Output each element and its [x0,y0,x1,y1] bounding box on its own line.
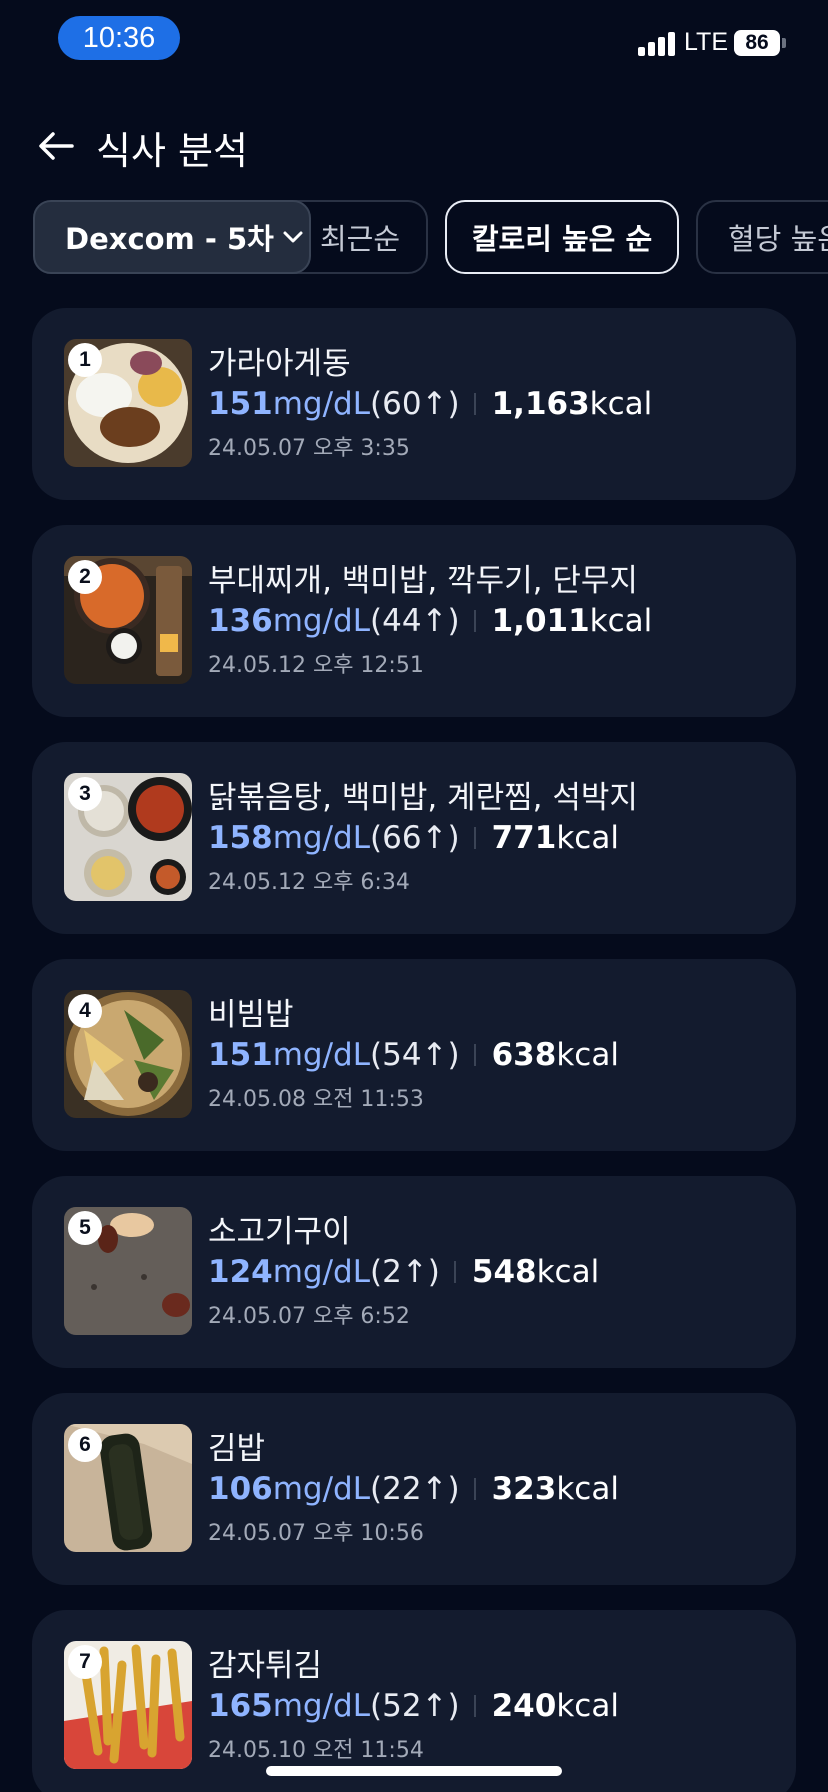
rank-badge: 4 [68,994,102,1028]
glucose-unit: mg/dL [272,1688,370,1724]
status-bar: 10:36 LTE 86 [0,0,828,80]
glucose-unit: mg/dL [272,820,370,856]
meal-metrics: 151 mg/dL (60↑) 1,163 kcal [208,382,652,426]
kcal-unit: kcal [556,1471,619,1507]
meal-datetime: 24.05.12 오후 12:51 [208,653,424,678]
kcal-unit: kcal [556,1037,619,1073]
meal-datetime: 24.05.12 오후 6:34 [208,870,410,895]
meal-metrics: 151 mg/dL (54↑) 638 kcal [208,1033,619,1077]
meal-card[interactable]: 5 소고기구이 124 mg/dL (2↑) 548 kcal 24.05.07… [32,1176,796,1368]
sort-chip-glucose[interactable]: 혈당 높은 순 [696,200,828,274]
device-select-label: Dexcom - 5차 [65,222,274,256]
kcal-unit: kcal [556,820,619,856]
meal-name: 가라아게동 [208,346,351,382]
glucose-value: 124 [208,1254,273,1290]
meal-name: 감자튀김 [208,1648,323,1684]
meal-datetime: 24.05.08 오전 11:53 [208,1087,424,1112]
device-select[interactable]: Dexcom - 5차 [33,200,311,274]
meal-metrics: 106 mg/dL (22↑) 323 kcal [208,1467,619,1511]
glucose-delta: (66↑) [370,820,460,856]
kcal-value: 548 [471,1254,537,1290]
status-time[interactable]: 10:36 [58,16,180,60]
rank-badge: 2 [68,560,102,594]
glucose-value: 165 [208,1688,273,1724]
meal-name: 김밥 [208,1431,266,1467]
glucose-delta: (52↑) [370,1688,460,1724]
kcal-unit: kcal [589,386,653,422]
divider [473,827,476,849]
rank-badge: 1 [68,343,102,377]
meal-name: 부대찌개, 백미밥, 깍두기, 단무지 [208,563,638,599]
glucose-unit: mg/dL [272,603,370,639]
meal-metrics: 165 mg/dL (52↑) 240 kcal [208,1684,619,1728]
kcal-value: 323 [491,1471,557,1507]
rank-badge: 7 [68,1645,102,1679]
kcal-unit: kcal [536,1254,600,1290]
meal-card[interactable]: 1 가라아게동 151 mg/dL (60↑) 1,163 kcal 24.05… [32,308,796,500]
header: 식사 분석 [0,110,828,180]
rank-badge: 6 [68,1428,102,1462]
meal-card[interactable]: 7 감자튀김 165 mg/dL (52↑) 240 kcal 24.05.10… [32,1610,796,1792]
divider [473,1044,476,1066]
glucose-value: 151 [208,386,273,422]
glucose-delta: (22↑) [370,1471,460,1507]
meal-card[interactable]: 2 부대찌개, 백미밥, 깍두기, 단무지 136 mg/dL (44↑) 1,… [32,525,796,717]
glucose-unit: mg/dL [272,1037,370,1073]
sort-chip-label: 최근순 [320,222,401,256]
glucose-value: 136 [208,603,273,639]
page-title: 식사 분석 [96,129,248,173]
sort-chip-label: 혈당 높은 순 [728,222,828,256]
kcal-value: 638 [491,1037,557,1073]
glucose-delta: (54↑) [370,1037,460,1073]
divider [473,393,476,415]
kcal-value: 771 [491,820,557,856]
glucose-value: 151 [208,1037,273,1073]
network-type: LTE [684,28,728,56]
glucose-unit: mg/dL [272,1471,370,1507]
filter-row: 최근순 칼로리 높은 순 혈당 높은 순 Dexcom - 5차 [0,198,828,276]
sort-chip-label: 칼로리 높은 순 [471,222,653,256]
glucose-value: 106 [208,1471,273,1507]
meal-metrics: 158 mg/dL (66↑) 771 kcal [208,816,619,860]
meal-datetime: 24.05.07 오후 6:52 [208,1304,410,1329]
glucose-delta: (44↑) [370,603,460,639]
rank-badge: 5 [68,1211,102,1245]
glucose-unit: mg/dL [272,386,370,422]
meal-name: 닭볶음탕, 백미밥, 계란찜, 석박지 [208,780,638,816]
kcal-value: 1,011 [491,603,590,639]
kcal-value: 1,163 [491,386,590,422]
rank-badge: 3 [68,777,102,811]
divider [473,610,476,632]
meal-analysis-screen: 10:36 LTE 86 식사 분석 최근순 칼로리 높은 순 혈당 높은 순 [0,0,828,1792]
home-indicator[interactable] [266,1766,562,1776]
back-button[interactable] [34,124,78,168]
cellular-signal-icon [638,30,676,56]
kcal-value: 240 [491,1688,557,1724]
arrow-left-icon [39,132,74,160]
meal-metrics: 136 mg/dL (44↑) 1,011 kcal [208,599,652,643]
divider [453,1261,456,1283]
chevron-down-icon [282,230,304,244]
kcal-unit: kcal [556,1688,619,1724]
glucose-value: 158 [208,820,273,856]
sort-chip-calories[interactable]: 칼로리 높은 순 [445,200,679,274]
meal-datetime: 24.05.10 오전 11:54 [208,1738,424,1763]
meal-card[interactable]: 3 닭볶음탕, 백미밥, 계란찜, 석박지 158 mg/dL (66↑) 77… [32,742,796,934]
meal-datetime: 24.05.07 오후 10:56 [208,1521,424,1546]
battery-icon: 86 [734,30,786,56]
kcal-unit: kcal [589,603,653,639]
glucose-unit: mg/dL [272,1254,370,1290]
meal-name: 소고기구이 [208,1214,351,1250]
meal-datetime: 24.05.07 오후 3:35 [208,436,410,461]
meal-metrics: 124 mg/dL (2↑) 548 kcal [208,1250,599,1294]
divider [473,1695,476,1717]
meal-card[interactable]: 4 비빔밥 151 mg/dL (54↑) 638 kcal 24.05.08 … [32,959,796,1151]
meal-name: 비빔밥 [208,997,294,1033]
meal-card[interactable]: 6 김밥 106 mg/dL (22↑) 323 kcal 24.05.07 오… [32,1393,796,1585]
divider [473,1478,476,1500]
glucose-delta: (2↑) [370,1254,440,1290]
glucose-delta: (60↑) [370,386,460,422]
